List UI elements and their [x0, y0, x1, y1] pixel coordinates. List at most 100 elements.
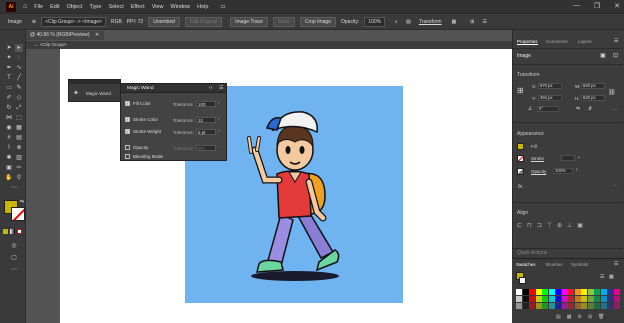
mask-button[interactable]: Mask — [272, 16, 295, 27]
draw-mode-icon[interactable]: ◎ — [10, 242, 18, 250]
swatch[interactable] — [600, 303, 607, 309]
transform-link[interactable]: Transform — [419, 19, 442, 25]
swatch[interactable] — [522, 289, 529, 295]
tab-properties[interactable]: Properties — [517, 39, 538, 45]
blend-tool-icon[interactable]: ⊗ — [15, 144, 23, 152]
menu-window[interactable]: Window — [171, 4, 191, 10]
w-input[interactable]: 620 px — [581, 83, 605, 89]
swatch[interactable] — [581, 303, 587, 309]
swatch[interactable] — [542, 289, 548, 295]
swatch[interactable] — [535, 296, 542, 302]
pen-tool-icon[interactable]: ✒ — [5, 64, 13, 72]
opacity-tolerance-arrow-icon[interactable]: › — [218, 144, 220, 150]
back-arrow-icon[interactable]: ← — [34, 42, 39, 47]
align-right-icon[interactable]: ⊐ — [537, 222, 542, 229]
swatches-stroke-indicator[interactable] — [519, 277, 526, 284]
shaper-tool-icon[interactable]: ✐ — [5, 94, 13, 102]
align-hcenter-icon[interactable]: ⊓ — [527, 222, 532, 229]
document-tab[interactable]: @ 40.86 % (RGB/Preview) ✕ — [26, 31, 104, 40]
opacity-input[interactable]: 100% — [553, 168, 573, 174]
menu-file[interactable]: File — [34, 4, 43, 10]
stroke-color-tolerance-arrow-icon[interactable]: › — [218, 116, 220, 122]
panel-menu-icon[interactable]: ☰ — [482, 19, 486, 25]
swatch[interactable] — [522, 303, 529, 309]
swatch[interactable] — [574, 296, 581, 302]
new-swatch-icon[interactable]: ⊞ — [588, 314, 592, 320]
swatch-options-icon[interactable]: ⚙ — [577, 314, 581, 320]
minimize-button[interactable]: — — [573, 2, 580, 10]
stroke-dropdown-icon[interactable]: ⌄ — [577, 154, 581, 160]
swatch[interactable] — [607, 303, 613, 309]
fill-color-tolerance-input[interactable]: 100 — [196, 101, 216, 107]
tab-swatches[interactable]: Swatches — [516, 262, 536, 267]
fill-color-tolerance-arrow-icon[interactable]: › — [218, 100, 220, 106]
stroke-weight-tolerance-arrow-icon[interactable]: › — [218, 128, 220, 134]
swatch[interactable] — [613, 289, 620, 295]
swatch[interactable] — [561, 289, 568, 295]
menu-type[interactable]: Type — [90, 4, 102, 10]
scale-tool-icon[interactable]: ⤢ — [15, 104, 23, 112]
swatch[interactable] — [574, 289, 581, 295]
swatch[interactable] — [516, 303, 522, 309]
list-view-icon[interactable]: ☰ — [600, 274, 604, 280]
panel-menu-icon[interactable]: ☰ — [219, 85, 223, 91]
new-color-group-icon[interactable]: ▦ — [567, 314, 572, 320]
shape-builder-tool-icon[interactable]: ◉ — [5, 124, 13, 132]
opacity-input[interactable]: 100% — [364, 16, 386, 27]
tab-layers[interactable]: Layers — [578, 39, 592, 44]
menu-edit[interactable]: Edit — [50, 4, 59, 10]
panel-menu-icon[interactable]: ☰ — [614, 38, 618, 44]
lasso-tool-icon[interactable]: ◌ — [15, 54, 23, 62]
y-input[interactable]: 384 px — [538, 95, 562, 101]
swap-fill-stroke-icon[interactable]: ⇆ — [18, 198, 26, 206]
workspace-switcher-icon[interactable]: ▭ — [220, 4, 225, 10]
menu-effect[interactable]: Effect — [131, 4, 145, 10]
eyedropper-tool-icon[interactable]: ⌇ — [5, 144, 13, 152]
swatch[interactable] — [594, 296, 600, 302]
mesh-tool-icon[interactable]: # — [5, 134, 13, 142]
align-top-icon[interactable]: ⊤ — [547, 222, 552, 229]
magic-wand-tool-label[interactable]: Magic Wand — [86, 91, 111, 96]
align-left-icon[interactable]: ⊏ — [517, 222, 522, 229]
swatch[interactable] — [555, 289, 561, 295]
swatch[interactable] — [548, 296, 555, 302]
more-tools-icon[interactable]: ⋯ — [10, 184, 18, 192]
recolor-icon[interactable]: ◐ — [395, 19, 398, 25]
stroke-weight-tolerance-input[interactable]: 5 pt — [196, 129, 216, 135]
swatch[interactable] — [535, 303, 542, 309]
align-to-icon[interactable]: ▣ — [577, 222, 583, 229]
gradient-button[interactable] — [10, 229, 15, 234]
link-icon[interactable]: ⊕ — [32, 19, 36, 25]
constrain-proportions-icon[interactable]: ⛓ — [608, 89, 616, 96]
close-tab-icon[interactable]: ✕ — [95, 32, 99, 38]
swatch[interactable] — [568, 303, 574, 309]
swatch[interactable] — [568, 296, 574, 302]
h-input[interactable]: 620 px — [581, 95, 605, 101]
swatch[interactable] — [600, 289, 607, 295]
swatch[interactable] — [574, 303, 581, 309]
swatch[interactable] — [555, 296, 561, 302]
rotate-tool-icon[interactable]: ↻ — [5, 104, 13, 112]
slice-tool-icon[interactable]: ✂ — [15, 164, 23, 172]
type-tool-icon[interactable]: T — [5, 74, 13, 82]
app-logo[interactable]: Ai — [6, 1, 16, 12]
stroke-color-tolerance-input[interactable]: 32 — [196, 117, 216, 123]
opacity-label[interactable]: Opacity — [531, 169, 546, 174]
paintbrush-tool-icon[interactable]: ✎ — [15, 84, 23, 92]
isolate-icon[interactable]: ⊞ — [470, 19, 474, 25]
opacity-tolerance-input[interactable]: 5% — [196, 145, 216, 151]
fill-color-checkbox[interactable]: ✓ — [125, 101, 130, 106]
swatch[interactable] — [607, 289, 613, 295]
swatch[interactable] — [516, 289, 522, 295]
swatch[interactable] — [587, 289, 594, 295]
line-tool-icon[interactable]: ╱ — [15, 74, 23, 82]
edit-toolbar-icon[interactable]: ⋯ — [10, 266, 18, 274]
swatch[interactable] — [594, 289, 600, 295]
swatch[interactable] — [555, 303, 561, 309]
direct-selection-tool-icon[interactable]: ▸ — [15, 44, 23, 52]
breadcrumb[interactable]: ← <Clip Group> — [26, 41, 512, 49]
swatch[interactable] — [613, 303, 620, 309]
selection-tool-icon[interactable]: ➤ — [5, 44, 13, 52]
swatch[interactable] — [542, 296, 548, 302]
stroke-swatch[interactable] — [11, 207, 25, 221]
